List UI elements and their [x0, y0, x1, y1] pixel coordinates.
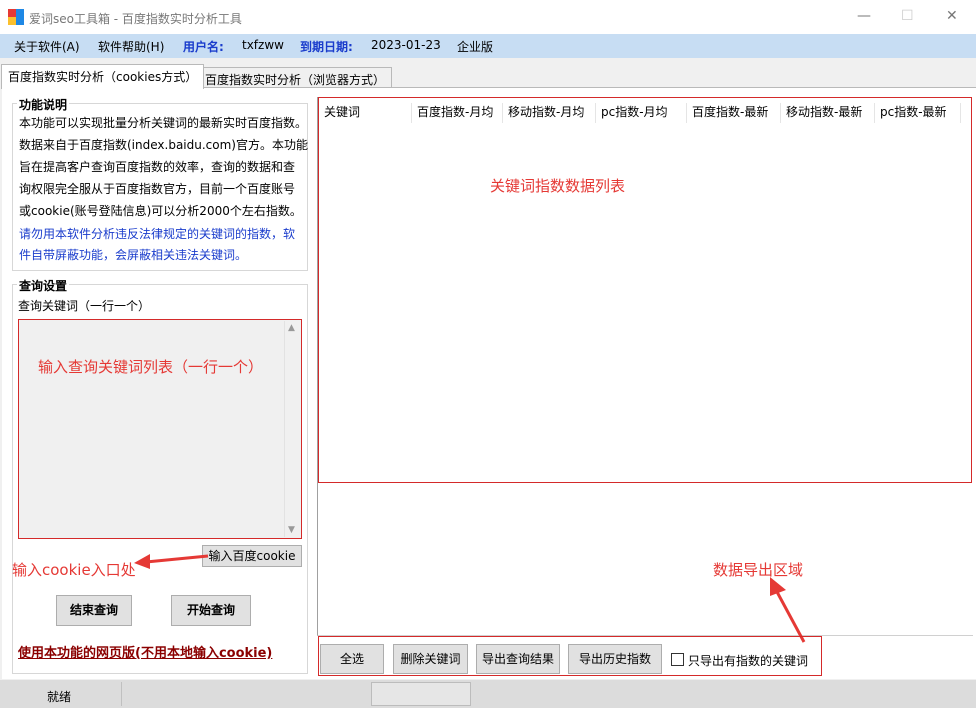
start-query-button[interactable]: 开始查询 — [171, 595, 251, 626]
status-text: 就绪 — [47, 690, 72, 704]
menu-bar: 关于软件(A) 软件帮助(H) 用户名: txfzww 到期日期: 2023-0… — [0, 34, 976, 58]
desc-line: 询权限完全服从于百度指数官方，目前一个百度账号 — [19, 182, 296, 196]
minimize-icon[interactable]: — — [857, 8, 871, 24]
function-desc-title: 功能说明 — [17, 96, 70, 113]
expiry-label: 到期日期: — [300, 40, 353, 54]
title-bar: 爱词seo工具箱 - 百度指数实时分析工具 — ☐ ✕ — [0, 0, 976, 34]
column-header[interactable]: 移动指数-月均 — [503, 103, 596, 123]
only-with-index-checkbox[interactable] — [671, 653, 684, 666]
delete-keywords-button[interactable]: 删除关键词 — [393, 644, 468, 674]
maximize-icon[interactable]: ☐ — [901, 8, 914, 24]
textarea-annotation: 输入查询关键词列表（一行一个） — [38, 358, 264, 376]
scroll-up-icon[interactable]: ▲ — [288, 323, 295, 333]
column-header[interactable]: 百度指数-最新 — [687, 103, 781, 123]
tab-cookies-mode[interactable]: 百度指数实时分析（cookies方式） — [1, 64, 205, 89]
keyword-label: 查询关键词（一行一个） — [18, 299, 151, 313]
desc-line: 旨在提高客户查询百度指数的效率，查询的数据和查 — [19, 160, 296, 174]
column-header[interactable]: 移动指数-最新 — [781, 103, 875, 123]
expiry-value: 2023-01-23 — [371, 38, 441, 52]
status-bar: 就绪 — [0, 680, 976, 708]
menu-about[interactable]: 关于软件(A) — [14, 38, 80, 55]
warning-line: 请勿用本软件分析违反法律规定的关键词的指数，软 — [19, 227, 296, 241]
column-header[interactable]: pc指数-月均 — [596, 103, 687, 123]
desc-line: 或cookie(账号登陆信息)可以分析2000个左右指数。 — [19, 204, 302, 218]
select-all-button[interactable]: 全选 — [320, 644, 384, 674]
web-version-link[interactable]: 使用本功能的网页版(不用本地输入cookie) — [18, 642, 272, 661]
warning-line: 件自带屏蔽功能，会屏蔽相关违法关键词。 — [19, 248, 248, 262]
list-annotation: 关键词指数数据列表 — [490, 177, 626, 195]
menu-help[interactable]: 软件帮助(H) — [98, 38, 164, 55]
column-header[interactable]: 关键词 — [319, 103, 412, 123]
end-query-button[interactable]: 结束查询 — [56, 595, 132, 626]
close-icon[interactable]: ✕ — [946, 8, 958, 24]
tab-browser-mode[interactable]: 百度指数实时分析（浏览器方式） — [198, 67, 393, 89]
app-icon — [8, 9, 24, 25]
tab-strip: 百度指数实时分析（cookies方式） 百度指数实时分析（浏览器方式） — [0, 64, 976, 89]
column-header[interactable]: pc指数-最新 — [875, 103, 961, 123]
input-cookie-button[interactable]: 输入百度cookie — [202, 545, 302, 567]
cookie-annotation: 输入cookie入口处 — [12, 561, 136, 579]
scroll-down-icon[interactable]: ▼ — [288, 525, 295, 535]
desc-line: 本功能可以实现批量分析关键词的最新实时百度指数。 — [19, 116, 308, 130]
desc-line: 数据来自于百度指数(index.baidu.com)官方。本功能 — [19, 138, 308, 152]
export-history-button[interactable]: 导出历史指数 — [568, 644, 662, 674]
column-header[interactable]: 百度指数-月均 — [412, 103, 503, 123]
query-settings-title: 查询设置 — [17, 277, 70, 294]
window-title: 爱词seo工具箱 - 百度指数实时分析工具 — [29, 12, 242, 26]
function-desc-group: 功能说明 本功能可以实现批量分析关键词的最新实时百度指数。 数据来自于百度指数(… — [12, 96, 308, 271]
export-results-button[interactable]: 导出查询结果 — [476, 644, 560, 674]
scrollbar[interactable]: ▲ ▼ — [284, 321, 300, 537]
export-annotation: 数据导出区域 — [713, 561, 804, 579]
keyword-input[interactable]: ▲ ▼ — [18, 319, 302, 539]
edition-label: 企业版 — [457, 40, 494, 54]
progress-bar — [371, 682, 471, 706]
keyword-index-list[interactable]: 关键词 百度指数-月均 移动指数-月均 pc指数-月均 百度指数-最新 移动指数… — [318, 97, 972, 483]
username-label: 用户名: — [183, 40, 224, 54]
only-with-index-label[interactable]: 只导出有指数的关键词 — [688, 652, 808, 669]
username-value: txfzww — [242, 38, 284, 52]
